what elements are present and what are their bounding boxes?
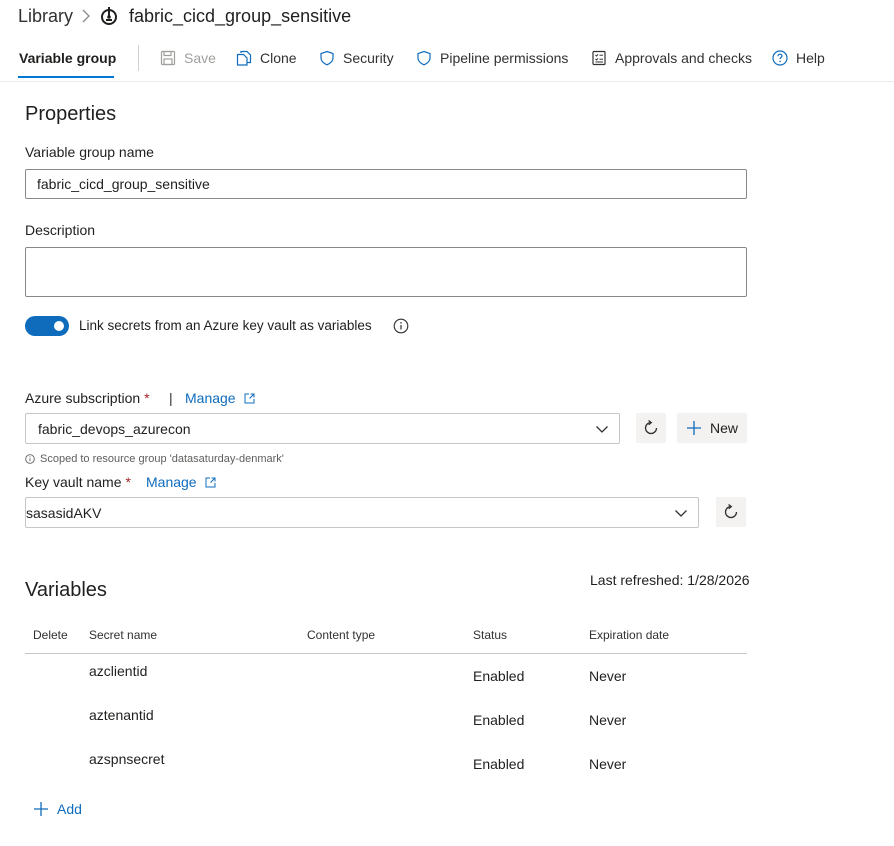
refresh-icon: [644, 419, 658, 435]
secret-name-cell: azspnsecret: [89, 751, 165, 767]
table-header-divider: [25, 653, 747, 654]
variable-group-name-input[interactable]: fabric_cicd_group_sensitive: [25, 169, 747, 199]
shield-icon: [417, 50, 431, 66]
shield-icon: [320, 50, 334, 66]
key-vault-dropdown[interactable]: sasasidAKV: [25, 497, 699, 528]
tab-active-indicator: [18, 76, 114, 78]
link-secrets-label: Link secrets from an Azure key vault as …: [79, 318, 372, 333]
new-label: New: [709, 420, 738, 436]
manage-label: Manage: [185, 390, 236, 406]
info-icon: [25, 454, 35, 464]
required-mark: *: [125, 474, 131, 490]
save-button[interactable]: Save: [160, 48, 216, 68]
status-cell: Enabled: [473, 668, 525, 684]
approvals-and-checks-button[interactable]: Approvals and checks: [591, 48, 752, 68]
help-icon: [772, 50, 788, 66]
toggle-knob: [54, 321, 64, 331]
status-cell: Enabled: [473, 712, 525, 728]
save-icon: [160, 50, 176, 66]
key-vault-value: sasasidAKV: [26, 504, 102, 521]
properties-heading: Properties: [25, 103, 117, 125]
manage-subscription-link[interactable]: Manage: [185, 390, 255, 406]
variable-group-icon: [101, 7, 117, 25]
refresh-key-vault-button[interactable]: [716, 497, 746, 527]
chevron-down-icon: [675, 509, 687, 517]
refresh-icon: [724, 503, 738, 519]
clone-icon: [236, 50, 252, 66]
status-cell: Enabled: [473, 756, 525, 772]
key-vault-label-group: Key vault name *: [25, 474, 131, 490]
azure-subscription-value: fabric_devops_azurecon: [38, 420, 191, 437]
column-header-content-type: Content type: [307, 628, 376, 642]
toolbar-divider: [138, 45, 139, 71]
header-divider: [0, 81, 894, 82]
breadcrumb-library-link[interactable]: Library: [18, 6, 73, 27]
last-refreshed-text: Last refreshed: 1/28/2026: [590, 572, 750, 588]
azure-subscription-label-group: Azure subscription *: [25, 390, 150, 406]
manage-label: Manage: [146, 474, 197, 490]
azure-subscription-dropdown[interactable]: fabric_devops_azurecon: [25, 413, 620, 444]
secret-name-cell: aztenantid: [89, 707, 154, 723]
save-label: Save: [184, 50, 216, 66]
description-label: Description: [25, 222, 96, 238]
page-title: fabric_cicd_group_sensitive: [129, 6, 352, 26]
clone-label: Clone: [260, 50, 297, 66]
column-header-delete: Delete: [33, 628, 68, 642]
add-label: Add: [57, 801, 82, 817]
new-subscription-button[interactable]: New: [677, 413, 747, 443]
open-in-new-icon: [205, 477, 216, 487]
variables-heading: Variables: [25, 579, 107, 601]
secret-name-cell: azclientid: [89, 663, 148, 679]
approvals-label: Approvals and checks: [615, 50, 752, 66]
security-button[interactable]: Security: [319, 48, 394, 68]
help-button[interactable]: Help: [772, 48, 825, 68]
security-label: Security: [343, 50, 394, 66]
refresh-subscription-button[interactable]: [636, 413, 666, 443]
scope-note-text: Scoped to resource group 'datasaturday-d…: [40, 453, 284, 465]
expiration-cell: Never: [589, 668, 627, 684]
column-header-status: Status: [473, 628, 508, 642]
tab-variable-group[interactable]: Variable group: [19, 50, 116, 66]
link-secrets-toggle[interactable]: [25, 316, 69, 336]
pipeline-permissions-label: Pipeline permissions: [440, 50, 569, 66]
scope-note: Scoped to resource group 'datasaturday-d…: [25, 453, 284, 465]
pipeline-permissions-button[interactable]: Pipeline permissions: [416, 48, 568, 68]
expiration-cell: Never: [589, 712, 627, 728]
info-icon[interactable]: [393, 318, 409, 334]
column-header-secret-name: Secret name: [89, 628, 158, 642]
label-separator: |: [169, 390, 173, 406]
description-input[interactable]: [25, 247, 747, 297]
expiration-cell: Never: [589, 756, 627, 772]
add-icon: [34, 802, 48, 816]
key-vault-label: Key vault name: [25, 474, 122, 490]
column-header-expiration-date: Expiration date: [589, 628, 670, 642]
chevron-down-icon: [596, 425, 608, 433]
checklist-icon: [592, 50, 606, 66]
required-mark: *: [144, 390, 150, 406]
add-icon: [686, 421, 701, 435]
add-variable-button[interactable]: Add: [33, 801, 82, 817]
clone-button[interactable]: Clone: [236, 48, 297, 68]
help-label: Help: [796, 50, 825, 66]
variable-group-name-label: Variable group name: [25, 144, 154, 160]
chevron-right-icon: [82, 9, 90, 23]
azure-subscription-label: Azure subscription: [25, 390, 141, 406]
manage-key-vault-link[interactable]: Manage: [146, 474, 216, 490]
open-in-new-icon: [244, 393, 255, 403]
